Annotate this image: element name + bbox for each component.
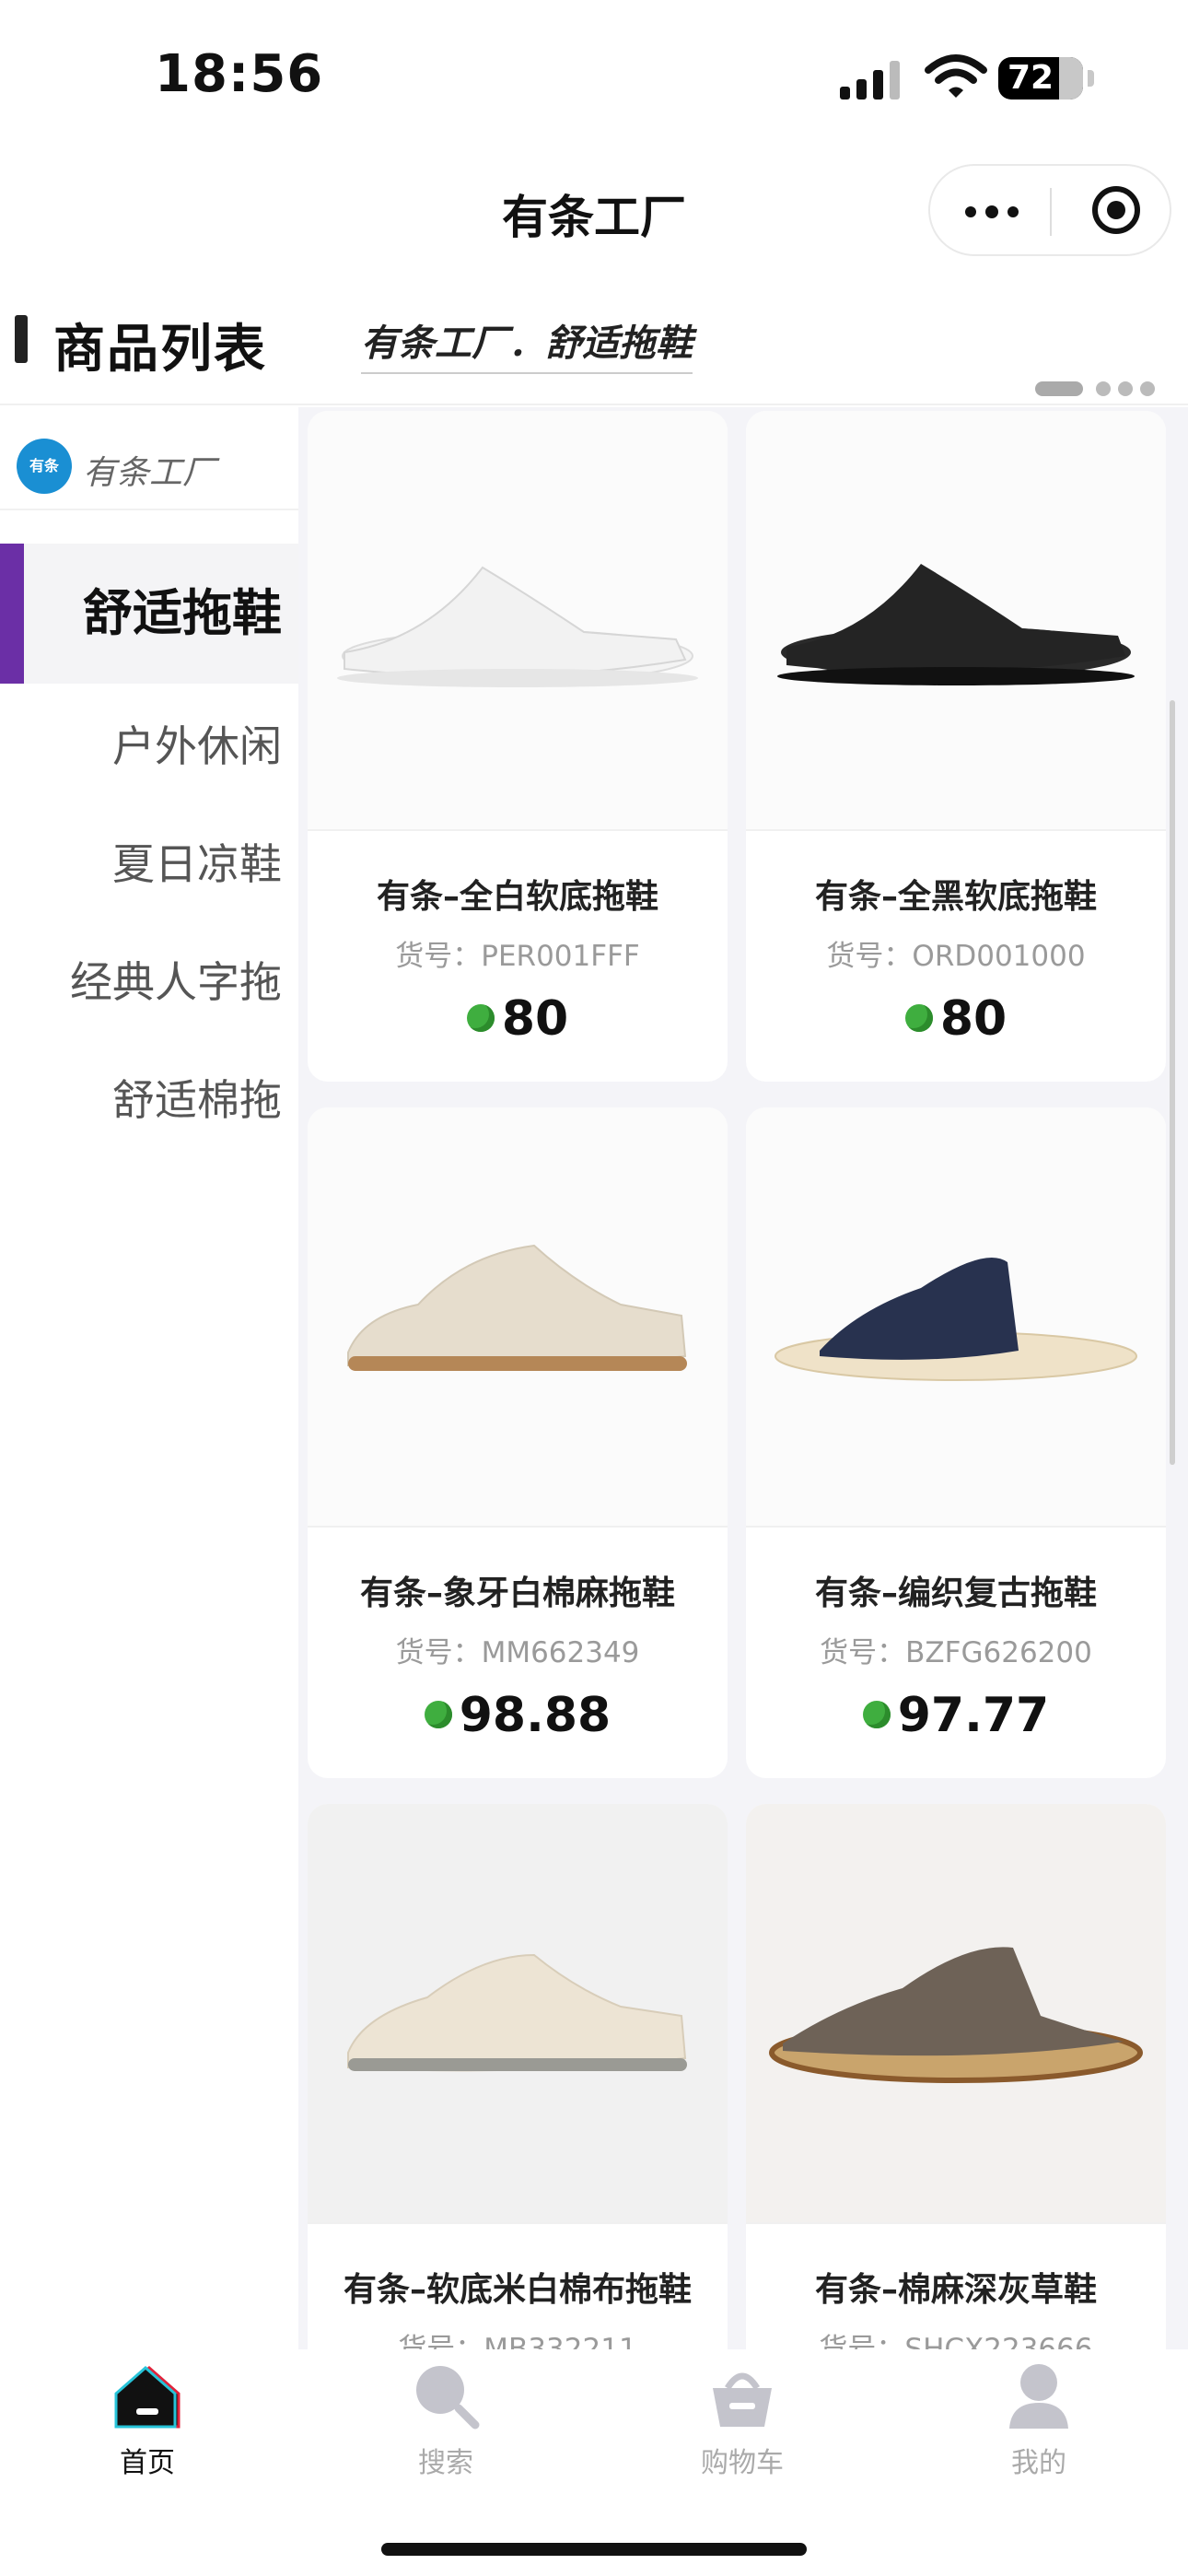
coin-icon <box>904 1004 933 1032</box>
header-accent-bar <box>15 315 28 363</box>
sidebar-item-cotton-slippers[interactable]: 舒适棉拖 <box>0 1063 298 1137</box>
sidebar-item-summer-sandals[interactable]: 夏日凉鞋 <box>0 827 298 901</box>
product-sku: 货号：ORD001000 <box>826 940 1086 973</box>
product-price-row: 80 <box>308 991 728 1047</box>
product-grid: 有条–全白软底拖鞋 货号：PER001FFF 80 有条–全黑软底拖鞋 货号：O… <box>298 407 1188 2349</box>
coin-icon <box>862 1701 891 1728</box>
close-miniprogram-button[interactable] <box>1054 166 1171 254</box>
indicator-dot <box>1096 381 1111 396</box>
battery-nub <box>1088 70 1094 87</box>
indicator-active <box>1035 381 1083 396</box>
tab-label: 我的 <box>1011 2447 1066 2479</box>
brand-logo: 有条 <box>17 439 72 494</box>
capsule-divider <box>1050 188 1052 236</box>
product-image <box>308 1804 728 2224</box>
product-name: 有条–编织复古拖鞋 <box>814 1575 1097 1612</box>
page-title: 商品列表 <box>53 320 267 380</box>
product-card[interactable]: 有条–棉麻深灰草鞋 货号：SHCX223666 <box>746 1804 1166 2349</box>
cart-icon <box>707 2360 777 2430</box>
product-card[interactable]: 有条–全黑软底拖鞋 货号：ORD001000 80 <box>746 411 1166 1082</box>
product-name: 有条–全黑软底拖鞋 <box>814 878 1097 916</box>
tab-label: 首页 <box>120 2447 175 2479</box>
search-icon <box>411 2360 481 2430</box>
profile-icon <box>1004 2360 1074 2430</box>
more-dots-icon <box>1007 206 1019 217</box>
more-button[interactable] <box>930 166 1050 254</box>
product-image <box>746 1804 1166 2224</box>
wifi-icon <box>925 54 987 98</box>
sidebar-item-outdoor-casual[interactable]: 户外休闲 <box>0 709 298 783</box>
swiper-indicator <box>1035 381 1173 396</box>
product-name: 有条–全白软底拖鞋 <box>376 878 658 916</box>
product-name: 有条–软底米白棉布拖鞋 <box>343 2271 692 2309</box>
scrollbar[interactable] <box>1170 700 1175 1465</box>
product-card[interactable]: 有条–软底米白棉布拖鞋 货号：MB332211 <box>308 1804 728 2349</box>
sidebar-item-comfort-slippers[interactable]: 舒适拖鞋 <box>0 544 298 684</box>
product-price: 80 <box>501 991 569 1047</box>
battery-indicator: 72 <box>998 57 1094 100</box>
product-price-row: 97.77 <box>746 1688 1166 1743</box>
tab-profile[interactable]: 我的 <box>947 2360 1131 2480</box>
product-sku: 货号：SHCX223666 <box>819 2333 1093 2349</box>
product-sku: 货号：PER001FFF <box>395 940 640 973</box>
slipper-image <box>769 1947 1143 2083</box>
product-sku: 货号：BZFG626200 <box>820 1636 1092 1669</box>
category-sidebar <box>0 407 298 2349</box>
tab-cart[interactable]: 购物车 <box>650 2360 834 2480</box>
slipper-image <box>347 1953 687 2072</box>
product-image <box>746 1107 1166 1528</box>
product-name: 有条–棉麻深灰草鞋 <box>814 2271 1097 2309</box>
battery-empty-segment <box>1059 57 1083 100</box>
product-price-row: 98.88 <box>308 1688 728 1743</box>
status-time: 18:56 <box>155 44 324 104</box>
product-sku: 货号：MM662349 <box>395 1636 640 1669</box>
product-price: 98.88 <box>459 1688 611 1743</box>
slipper-image <box>347 1244 687 1371</box>
battery-level: 72 <box>1007 59 1054 97</box>
product-sku: 货号：MB332211 <box>398 2333 637 2349</box>
brand-name: 有条工厂 <box>83 454 216 492</box>
product-image <box>746 411 1166 831</box>
coin-icon <box>424 1701 452 1728</box>
product-image <box>308 411 728 831</box>
miniprogram-capsule <box>928 164 1171 256</box>
product-image <box>308 1107 728 1528</box>
product-card[interactable]: 有条–象牙白棉麻拖鞋 货号：MM662349 98.88 <box>308 1107 728 1778</box>
home-indicator <box>381 2543 807 2556</box>
tab-search[interactable]: 搜索 <box>354 2360 538 2480</box>
coin-icon <box>466 1004 495 1032</box>
product-price: 80 <box>939 991 1007 1047</box>
more-dots-icon <box>985 205 998 218</box>
tab-label: 搜索 <box>418 2447 473 2479</box>
slipper-image <box>777 564 1135 685</box>
target-icon-center <box>1107 201 1125 219</box>
sidebar-item-classic-flipflops[interactable]: 经典人字拖 <box>0 945 298 1019</box>
product-card[interactable]: 有条–编织复古拖鞋 货号：BZFG626200 97.77 <box>746 1107 1166 1778</box>
product-card[interactable]: 有条–全白软底拖鞋 货号：PER001FFF 80 <box>308 411 728 1082</box>
tab-label: 购物车 <box>701 2447 784 2479</box>
indicator-dot <box>1118 381 1133 396</box>
home-icon <box>112 2360 182 2430</box>
slipper-image <box>337 566 698 687</box>
product-price-row: 80 <box>746 991 1166 1047</box>
cellular-signal-icon <box>840 61 900 100</box>
tab-home[interactable]: 首页 <box>55 2360 239 2480</box>
more-dots-icon <box>965 206 976 217</box>
indicator-dot <box>1140 381 1155 396</box>
product-price: 97.77 <box>897 1688 1050 1743</box>
slipper-image <box>775 1257 1137 1381</box>
product-name: 有条–象牙白棉麻拖鞋 <box>359 1575 675 1612</box>
page-subtitle: 有条工厂．舒适拖鞋 <box>361 313 693 374</box>
